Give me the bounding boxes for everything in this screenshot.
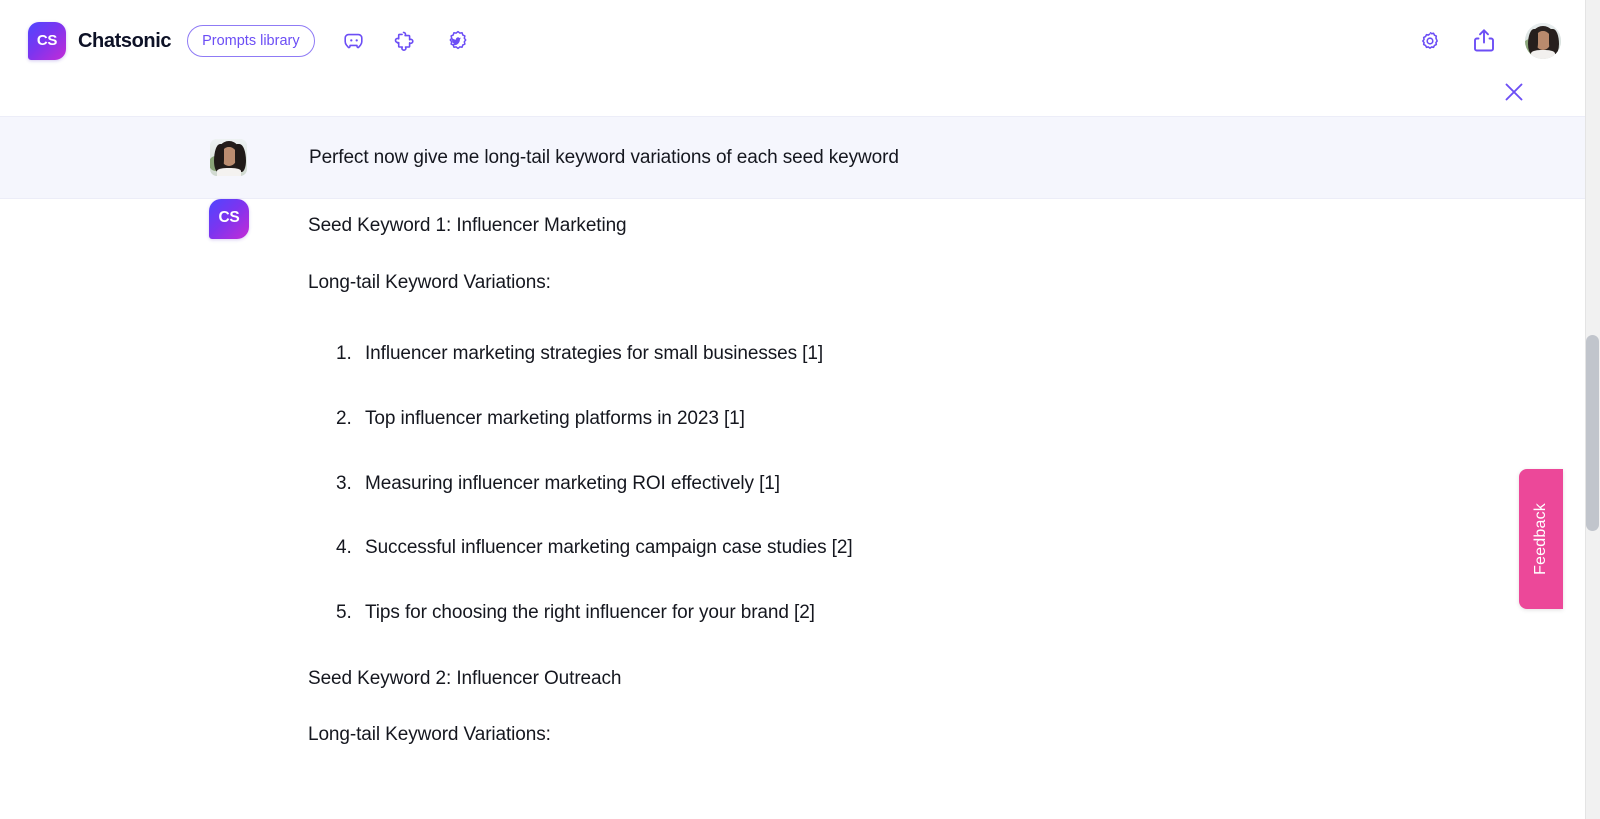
- discord-icon[interactable]: [341, 28, 367, 54]
- page-scrollbar-thumb[interactable]: [1586, 335, 1599, 531]
- list-item: 2. Top influencer marketing platforms in…: [336, 407, 853, 432]
- list-item-text: Influencer marketing strategies for smal…: [365, 343, 823, 364]
- list-item-number: 3.: [336, 472, 352, 497]
- list-item-number: 2.: [336, 407, 352, 432]
- list-item: 1. Influencer marketing strategies for s…: [336, 342, 853, 367]
- user-message-text: Perfect now give me long-tail keyword va…: [309, 147, 899, 169]
- message-assistant: CS Seed Keyword 1: Influencer Marketing …: [0, 199, 1585, 779]
- avatar[interactable]: [1525, 23, 1561, 59]
- chatsonic-logo-icon: CS: [28, 22, 66, 60]
- user-message-avatar: [210, 139, 247, 176]
- keyword-list-wrapper: 1. Influencer marketing strategies for s…: [336, 342, 853, 625]
- seed-keyword-1-heading: Seed Keyword 1: Influencer Marketing: [308, 213, 853, 239]
- list-item: 4. Successful influencer marketing campa…: [336, 536, 853, 561]
- list-item-text: Successful influencer marketing campaign…: [365, 537, 853, 558]
- list-item-text: Measuring influencer marketing ROI effec…: [365, 473, 780, 494]
- seed-keyword-2-heading: Seed Keyword 2: Influencer Outreach: [308, 666, 853, 692]
- header-icon-group: [341, 28, 471, 54]
- list-item-number: 5.: [336, 601, 352, 626]
- list-item-number: 4.: [336, 536, 352, 561]
- chatsonic-app: CS Chatsonic Prompts library: [0, 0, 1600, 819]
- list-item: 5. Tips for choosing the right influence…: [336, 601, 853, 626]
- logo-text: CS: [37, 32, 57, 49]
- brand-name: Chatsonic: [78, 30, 171, 53]
- list-item: 3. Measuring influencer marketing ROI ef…: [336, 472, 853, 497]
- gear-icon[interactable]: [1417, 28, 1443, 54]
- page-scrollbar-track[interactable]: [1585, 0, 1600, 819]
- list-item-text: Top influencer marketing platforms in 20…: [365, 408, 745, 429]
- share-icon[interactable]: [1471, 28, 1497, 54]
- feedback-tab[interactable]: Feedback: [1519, 469, 1563, 609]
- header-right-group: [1417, 23, 1561, 59]
- app-header: CS Chatsonic Prompts library: [0, 0, 1585, 82]
- brand[interactable]: CS Chatsonic: [28, 22, 171, 60]
- list-item-text: Tips for choosing the right influencer f…: [365, 602, 815, 623]
- message-user: Perfect now give me long-tail keyword va…: [0, 116, 1585, 199]
- prompts-library-button[interactable]: Prompts library: [187, 25, 315, 57]
- chat-thread: Perfect now give me long-tail keyword va…: [0, 116, 1585, 819]
- long-tail-variations-label-1: Long-tail Keyword Variations:: [308, 270, 853, 296]
- assistant-avatar-text: CS: [219, 209, 240, 227]
- keyword-list: 1. Influencer marketing strategies for s…: [336, 342, 853, 625]
- feedback-tab-label: Feedback: [1532, 503, 1550, 575]
- list-item-number: 1.: [336, 342, 352, 367]
- assistant-avatar: CS: [209, 199, 249, 239]
- assistant-message-body: Seed Keyword 1: Influencer Marketing Lon…: [308, 199, 853, 779]
- long-tail-variations-label-2: Long-tail Keyword Variations:: [308, 722, 853, 748]
- puzzle-piece-icon[interactable]: [393, 28, 419, 54]
- twitter-badge-icon[interactable]: [445, 28, 471, 54]
- close-icon[interactable]: [1498, 76, 1530, 108]
